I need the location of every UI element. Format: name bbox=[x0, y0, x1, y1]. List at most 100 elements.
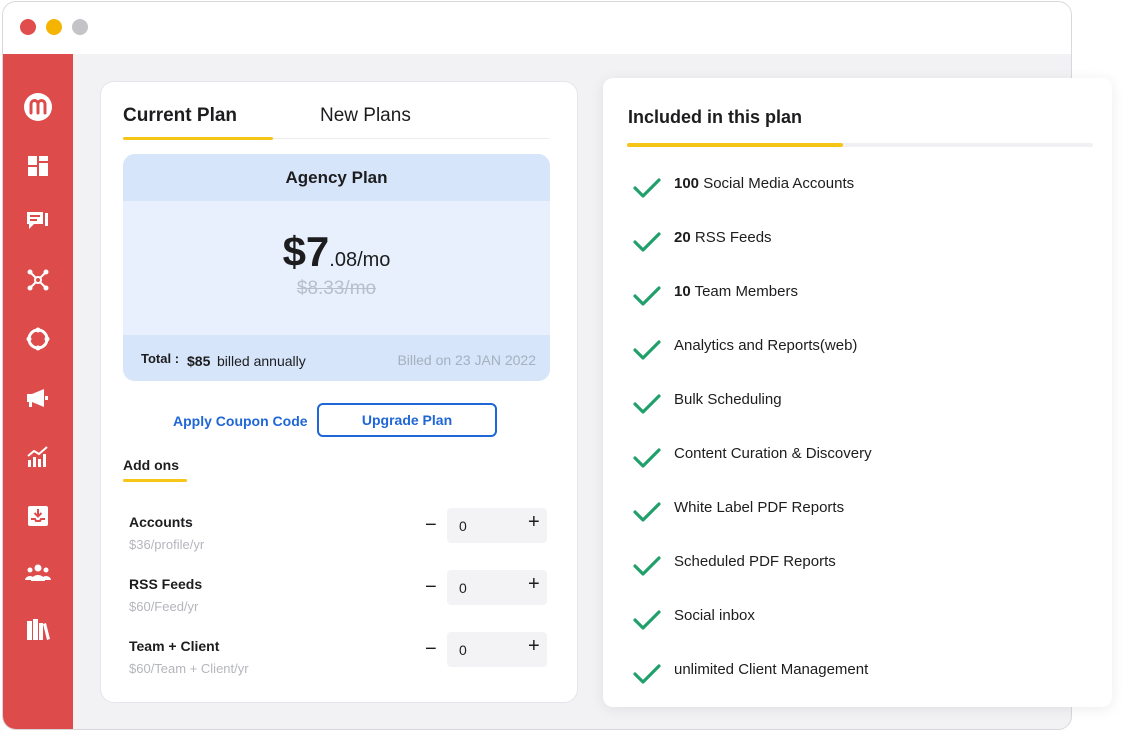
feature-text: 20 RSS Feeds bbox=[674, 229, 772, 246]
feature-item: 10 Team Members bbox=[633, 283, 1093, 313]
billed-on-date: Billed on 23 JAN 2022 bbox=[397, 352, 536, 368]
feature-count: 20 bbox=[674, 229, 691, 246]
plan-price: $7.08/mo bbox=[123, 228, 550, 276]
feature-text: unlimited Client Management bbox=[674, 661, 868, 678]
feature-label: Team Members bbox=[694, 283, 798, 300]
tab-new-plans[interactable]: New Plans bbox=[320, 105, 411, 127]
decrement-button[interactable]: − bbox=[425, 514, 437, 537]
total-amount: $85 bbox=[187, 353, 211, 369]
zoom-window-button[interactable] bbox=[72, 19, 88, 35]
increment-button[interactable]: + bbox=[528, 635, 540, 658]
checkmark-icon bbox=[633, 394, 661, 414]
active-tab-indicator bbox=[123, 137, 273, 140]
increment-button[interactable]: + bbox=[528, 573, 540, 596]
sidebar bbox=[3, 54, 73, 729]
library-icon[interactable] bbox=[23, 615, 53, 645]
apply-coupon-link[interactable]: Apply Coupon Code bbox=[173, 413, 308, 429]
included-underline bbox=[627, 143, 843, 147]
addon-name: RSS Feeds bbox=[129, 576, 203, 592]
addon-price: $60/Feed/yr bbox=[129, 599, 199, 614]
feature-item: unlimited Client Management bbox=[633, 661, 1093, 691]
feature-item: White Label PDF Reports bbox=[633, 499, 1093, 529]
addons-title: Add ons bbox=[123, 457, 179, 473]
addon-name: Team + Client bbox=[129, 638, 220, 654]
quantity-stepper[interactable]: 0 + bbox=[447, 570, 547, 605]
feature-item: Social inbox bbox=[633, 607, 1093, 637]
megaphone-icon[interactable] bbox=[23, 383, 53, 413]
feature-label: Scheduled PDF Reports bbox=[674, 553, 836, 570]
inbox-icon[interactable] bbox=[23, 501, 53, 531]
price-suffix: .08/mo bbox=[329, 249, 391, 271]
feature-text: 10 Team Members bbox=[674, 283, 798, 300]
addon-rss-feeds: RSS Feeds $60/Feed/yr − 0 + bbox=[129, 570, 549, 620]
network-icon[interactable] bbox=[23, 265, 53, 295]
feature-count: 10 bbox=[674, 283, 691, 300]
upgrade-plan-button[interactable]: Upgrade Plan bbox=[317, 403, 497, 437]
feature-text: Bulk Scheduling bbox=[674, 391, 782, 408]
minimize-window-button[interactable] bbox=[46, 19, 62, 35]
addon-accounts: Accounts $36/profile/yr − 0 + bbox=[129, 508, 549, 558]
included-title: Included in this plan bbox=[628, 107, 803, 127]
plan-name: Agency Plan bbox=[123, 154, 550, 201]
feature-label: White Label PDF Reports bbox=[674, 499, 845, 516]
close-window-button[interactable] bbox=[20, 19, 36, 35]
feature-item: Bulk Scheduling bbox=[633, 391, 1093, 421]
checkmark-icon bbox=[633, 340, 661, 360]
addon-price: $60/Team + Client/yr bbox=[129, 661, 249, 676]
checkmark-icon bbox=[633, 664, 661, 684]
decrement-button[interactable]: − bbox=[425, 576, 437, 599]
quantity-value[interactable]: 0 bbox=[459, 518, 467, 534]
feature-item: 20 RSS Feeds bbox=[633, 229, 1093, 259]
feature-label: Content Curation & Discovery bbox=[674, 445, 872, 462]
total-bar: Total : $85 billed annually Billed on 23… bbox=[123, 335, 550, 381]
logo-icon[interactable] bbox=[23, 92, 53, 122]
checkmark-icon bbox=[633, 286, 661, 306]
feature-item: Scheduled PDF Reports bbox=[633, 553, 1093, 583]
feature-label: Analytics and Reports(web) bbox=[674, 337, 858, 354]
addons-underline bbox=[123, 479, 187, 482]
feature-label: Social Media Accounts bbox=[703, 175, 855, 192]
checkmark-icon bbox=[633, 448, 661, 468]
included-features-card: Included in this plan 100 Social Media A… bbox=[603, 78, 1112, 707]
quantity-value[interactable]: 0 bbox=[459, 642, 467, 658]
price-main: $7 bbox=[282, 228, 330, 275]
tab-current-plan[interactable]: Current Plan bbox=[123, 105, 237, 127]
feature-text: Scheduled PDF Reports bbox=[674, 553, 836, 570]
quantity-value[interactable]: 0 bbox=[459, 580, 467, 596]
checkmark-icon bbox=[633, 502, 661, 522]
addon-name: Accounts bbox=[129, 514, 193, 530]
total-label: Total : bbox=[141, 351, 180, 366]
decrement-button[interactable]: − bbox=[425, 638, 437, 661]
feature-item: Analytics and Reports(web) bbox=[633, 337, 1093, 367]
current-plan-card: Current Plan New Plans Agency Plan $7.08… bbox=[100, 81, 578, 703]
feature-label: RSS Feeds bbox=[694, 229, 772, 246]
old-price: $8.33/mo bbox=[296, 278, 377, 299]
lifebuoy-icon[interactable] bbox=[23, 324, 53, 354]
title-bar bbox=[3, 2, 1071, 54]
plan-summary: Agency Plan $7.08/mo $8.33/mo Total : $8… bbox=[123, 154, 550, 381]
checkmark-icon bbox=[633, 610, 661, 630]
quantity-stepper[interactable]: 0 + bbox=[447, 508, 547, 543]
quantity-stepper[interactable]: 0 + bbox=[447, 632, 547, 667]
dashboard-icon[interactable] bbox=[23, 151, 53, 181]
feature-label: Social inbox bbox=[674, 607, 755, 624]
checkmark-icon bbox=[633, 178, 661, 198]
feature-text: 100 Social Media Accounts bbox=[674, 175, 854, 192]
analytics-icon[interactable] bbox=[23, 442, 53, 472]
increment-button[interactable]: + bbox=[528, 511, 540, 534]
addon-team-client: Team + Client $60/Team + Client/yr − 0 + bbox=[129, 632, 549, 682]
feature-label: unlimited Client Management bbox=[674, 661, 869, 678]
checkmark-icon bbox=[633, 232, 661, 252]
feature-label: Bulk Scheduling bbox=[674, 391, 782, 408]
feature-text: Analytics and Reports(web) bbox=[674, 337, 857, 354]
feature-item: Content Curation & Discovery bbox=[633, 445, 1093, 475]
feature-text: Content Curation & Discovery bbox=[674, 445, 872, 462]
feature-text: Social inbox bbox=[674, 607, 755, 624]
addon-price: $36/profile/yr bbox=[129, 537, 205, 552]
total-billing-period: billed annually bbox=[217, 353, 306, 369]
feature-item: 100 Social Media Accounts bbox=[633, 175, 1093, 205]
compose-icon[interactable] bbox=[23, 206, 53, 236]
checkmark-icon bbox=[633, 556, 661, 576]
team-icon[interactable] bbox=[23, 558, 53, 588]
feature-count: 100 bbox=[674, 175, 700, 192]
